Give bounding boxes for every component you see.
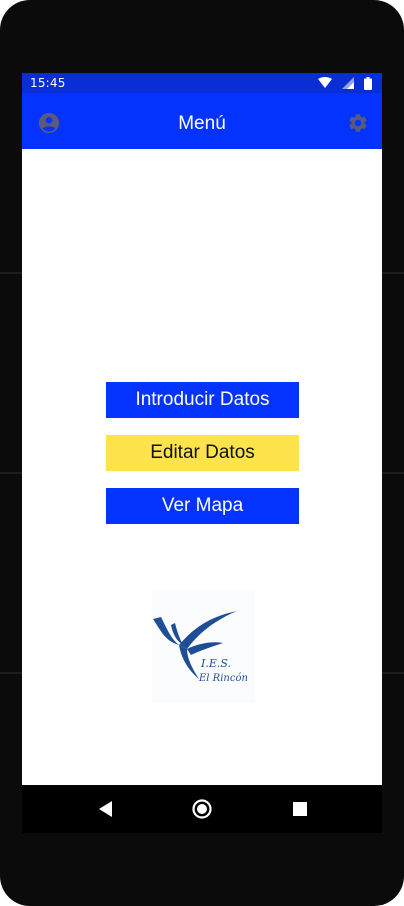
introducir-datos-button[interactable]: Introducir Datos (106, 382, 299, 418)
wifi-icon (318, 77, 332, 88)
navigation-bar (22, 785, 382, 833)
logo-text-rincon: El Rincón (198, 673, 248, 684)
battery-icon (364, 76, 372, 90)
app-bar: Menú (22, 93, 382, 149)
settings-gear-icon[interactable] (347, 112, 369, 134)
page-title: Menú (178, 113, 226, 134)
home-icon[interactable] (190, 797, 214, 821)
editar-datos-button[interactable]: Editar Datos (106, 435, 299, 471)
device-frame: 15:45 Menú Introducir Datos Editar Datos… (0, 0, 404, 906)
cell-signal-icon (342, 77, 354, 89)
ver-mapa-button[interactable]: Ver Mapa (106, 488, 299, 524)
status-icons (318, 75, 372, 91)
swallow-logo-icon: I.E.S. El Rincón (153, 611, 248, 684)
back-icon[interactable] (94, 797, 118, 821)
recents-icon[interactable] (288, 797, 312, 821)
status-time: 15:45 (30, 76, 66, 90)
app-screen: 15:45 Menú Introducir Datos Editar Datos… (22, 73, 382, 785)
school-logo: I.E.S. El Rincón (151, 591, 255, 703)
status-bar: 15:45 (22, 73, 382, 93)
logo-text-ies: I.E.S. (200, 657, 231, 670)
